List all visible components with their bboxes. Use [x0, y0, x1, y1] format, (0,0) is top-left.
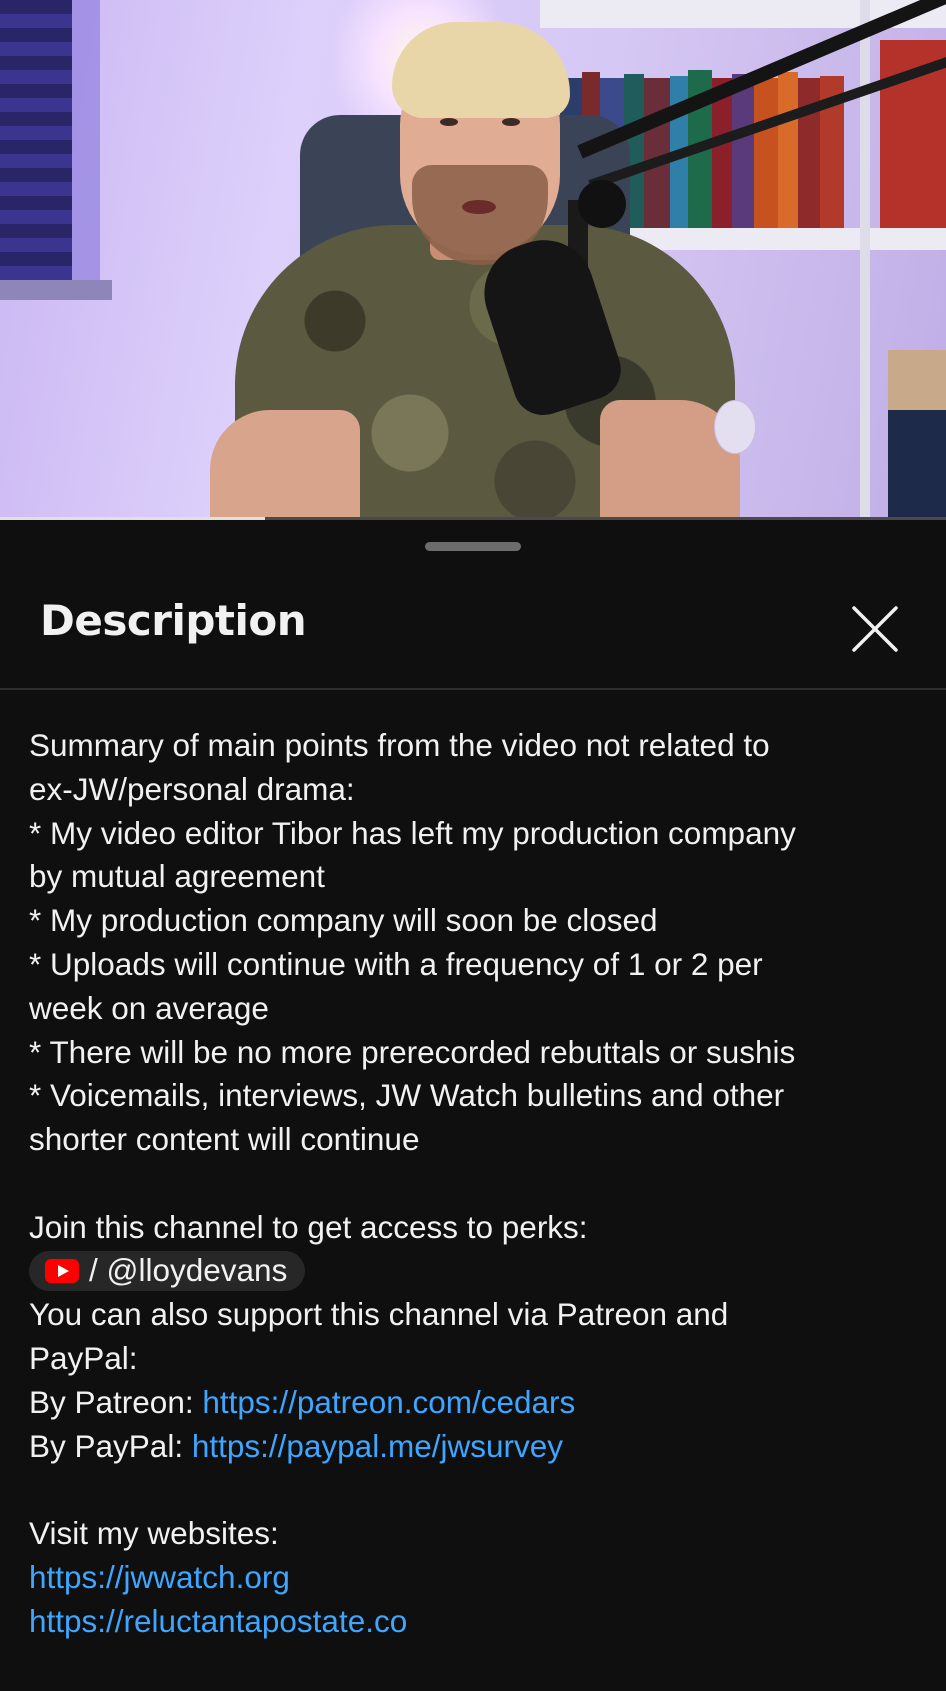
support-line: You can also support this channel via Pa… [29, 1296, 729, 1333]
youtube-icon [45, 1259, 79, 1284]
video-progress-fill[interactable] [0, 517, 265, 520]
header-divider [0, 688, 946, 690]
description-line: * Voicemails, interviews, JW Watch bulle… [29, 1077, 785, 1114]
channel-chip[interactable]: / @lloydevans [29, 1251, 306, 1292]
paypal-link[interactable]: https://paypal.me/jwsurvey [192, 1428, 563, 1464]
close-x-icon [852, 606, 898, 652]
description-line: * There will be no more prerecorded rebu… [29, 1033, 796, 1070]
websites-heading: Visit my websites: [29, 1515, 279, 1552]
description-line: * My production company will soon be clo… [29, 902, 658, 939]
channel-chip-label: / @lloydevans [89, 1252, 288, 1289]
description-line: shorter content will continue [29, 1121, 420, 1158]
description-line: ex-JW/personal drama: [29, 770, 355, 807]
description-line: Summary of main points from the video no… [29, 727, 770, 763]
join-text: Join this channel to get access to perks… [29, 1208, 588, 1245]
paypal-label: By PayPal: [29, 1427, 192, 1464]
video-player[interactable] [0, 0, 946, 520]
sheet-drag-handle[interactable] [425, 542, 521, 551]
description-line: * Uploads will continue with a frequency… [29, 945, 763, 982]
description-line: * My video editor Tibor has left my prod… [29, 814, 796, 851]
window-blind [0, 0, 72, 280]
patreon-link[interactable]: https://patreon.com/cedars [202, 1384, 575, 1420]
website-link-reluctantapostate[interactable]: https://reluctantapostate.co [29, 1603, 407, 1639]
website-link-jwwatch[interactable]: https://jwwatch.org [29, 1559, 290, 1595]
close-button[interactable] [848, 602, 902, 656]
description-line: week on average [29, 989, 269, 1026]
sheet-title: Description [40, 596, 307, 645]
support-line: PayPal: [29, 1340, 138, 1377]
patreon-label: By Patreon: [29, 1383, 203, 1420]
description-sheet: Description Summary of main points from … [0, 524, 946, 1691]
description-body: Summary of main points from the video no… [29, 724, 929, 1644]
description-line: by mutual agreement [29, 858, 325, 895]
app-frame: Description Summary of main points from … [0, 0, 946, 1691]
